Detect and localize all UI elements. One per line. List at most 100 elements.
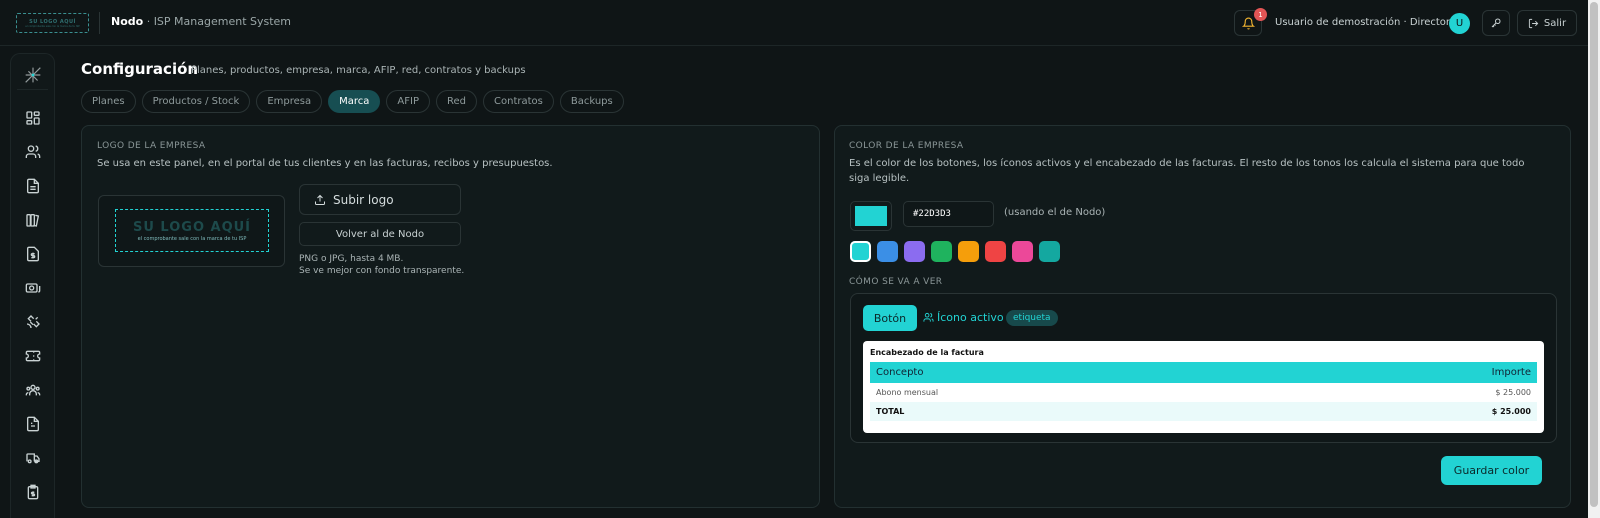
invoice-preview: Encabezado de la factura Concepto Import… <box>863 341 1544 433</box>
save-color-button[interactable]: Guardar color <box>1441 456 1542 485</box>
tab-backups[interactable]: Backups <box>559 90 624 113</box>
bell-icon <box>1241 17 1255 29</box>
brand-name: Nodo <box>111 15 144 28</box>
change-password-button[interactable] <box>1482 10 1510 36</box>
top-bar: SU LOGO AQUÍ el comprobante sale con la … <box>0 0 1588 46</box>
logout-icon <box>1528 18 1539 28</box>
invoice-total-row: TOTAL $ 25.000 <box>870 402 1537 421</box>
sidebar-item-team[interactable] <box>23 380 43 400</box>
sidebar-item-billing[interactable] <box>23 244 43 264</box>
hex-color-input[interactable]: #22D3D3 <box>903 201 994 227</box>
color-presets <box>850 241 1060 262</box>
brand-suffix: · ISP Management System <box>143 15 292 28</box>
tab-marca[interactable]: Marca <box>328 90 381 113</box>
satellite-icon <box>26 315 40 329</box>
invoice-row: Abono mensual $ 25.000 <box>870 383 1537 402</box>
sidebar <box>10 53 55 518</box>
logo-placeholder-text: SU LOGO AQUÍ <box>132 219 252 235</box>
sidebar-item-logistics[interactable] <box>23 448 43 468</box>
preset-color-cyan[interactable] <box>850 241 871 262</box>
color-panel: COLOR DE LA EMPRESA Es el color de los b… <box>834 125 1571 508</box>
avatar[interactable]: U <box>1449 13 1470 34</box>
invoice-row-amount: $ 25.000 <box>1495 388 1531 397</box>
preset-color-green[interactable] <box>931 241 952 262</box>
key-icon <box>1491 18 1501 28</box>
settings-tabs: Planes Productos / Stock Empresa Marca A… <box>81 90 624 113</box>
logo-preview: SU LOGO AQUÍ el comprobante sale con la … <box>98 195 285 267</box>
preset-color-teal[interactable] <box>1039 241 1060 262</box>
tab-contratos[interactable]: Contratos <box>483 90 554 113</box>
brand-logo-subtext: el comprobante sale con la marca de tu I… <box>25 24 80 28</box>
logo-section-label: LOGO DE LA EMPRESA <box>97 141 206 151</box>
antenna-logo-icon <box>24 66 41 83</box>
upload-icon <box>315 194 325 205</box>
preview-button: Botón <box>863 305 917 331</box>
invoice-total-amount: $ 25.000 <box>1491 407 1531 416</box>
invoice-total-label: TOTAL <box>876 407 905 416</box>
logo-hint: PNG o JPG, hasta 4 MB. Se ve mejor con f… <box>299 253 464 277</box>
clipboard-icon <box>27 484 39 500</box>
preset-color-pink[interactable] <box>1012 241 1033 262</box>
sidebar-item-clients[interactable] <box>23 142 43 162</box>
logo-hint-background: Se ve mejor con fondo transparente. <box>299 266 465 276</box>
notification-badge: 1 <box>1254 8 1267 21</box>
preset-color-red[interactable] <box>985 241 1006 262</box>
preview-section-label: CÓMO SE VA A VER <box>849 277 943 287</box>
preview-tag: etiqueta <box>1006 310 1058 326</box>
sidebar-item-payments[interactable] <box>23 278 43 298</box>
using-default-note: (usando el de Nodo) <box>1004 207 1106 218</box>
sidebar-item-network[interactable] <box>23 312 43 332</box>
upload-logo-button[interactable]: Subir logo <box>299 184 461 215</box>
sidebar-item-tickets[interactable] <box>23 346 43 366</box>
report-icon <box>27 416 39 432</box>
color-picker[interactable] <box>850 201 892 231</box>
users-icon <box>25 145 41 158</box>
logout-button[interactable]: Salir <box>1517 10 1577 36</box>
preview-active-icon: Ícono activo <box>923 311 1004 324</box>
page-subtitle: Planes, productos, empresa, marca, AFIP,… <box>191 65 526 76</box>
preset-color-blue[interactable] <box>877 241 898 262</box>
sidebar-item-library[interactable] <box>23 210 43 230</box>
sidebar-logo[interactable] <box>17 60 48 90</box>
invoice-header-row: Concepto Importe <box>870 362 1537 383</box>
revert-logo-button[interactable]: Volver al de Nodo <box>299 222 461 246</box>
ticket-icon <box>25 350 41 362</box>
current-color-swatch <box>855 206 887 226</box>
logo-hint-format: PNG o JPG, hasta 4 MB. <box>299 254 404 264</box>
logo-description: Se usa en este panel, en el portal de tu… <box>97 158 553 169</box>
page-scrollbar[interactable] <box>1588 0 1600 518</box>
dashboard-icon <box>26 111 40 125</box>
page-title: Configuración <box>81 60 199 78</box>
brand-logo[interactable]: SU LOGO AQUÍ el comprobante sale con la … <box>16 13 89 33</box>
document-icon <box>27 178 39 194</box>
logo-placeholder: SU LOGO AQUÍ el comprobante sale con la … <box>115 209 269 252</box>
color-section-label: COLOR DE LA EMPRESA <box>849 141 964 151</box>
invoice-icon <box>27 246 39 262</box>
invoice-row-concept: Abono mensual <box>876 388 939 397</box>
tab-red[interactable]: Red <box>436 90 477 113</box>
tab-empresa[interactable]: Empresa <box>256 90 323 113</box>
scrollbar-thumb[interactable] <box>1590 2 1598 507</box>
tab-planes[interactable]: Planes <box>81 90 136 113</box>
upload-logo-label: Subir logo <box>333 192 394 207</box>
logo-panel: LOGO DE LA EMPRESA Se usa en este panel,… <box>81 125 820 508</box>
sidebar-item-tasks[interactable] <box>23 482 43 502</box>
books-icon <box>26 214 40 227</box>
team-icon <box>25 384 41 396</box>
truck-icon <box>26 453 40 464</box>
invoice-title: Encabezado de la factura <box>870 348 984 357</box>
sidebar-item-reports[interactable] <box>23 414 43 434</box>
sidebar-item-dashboard[interactable] <box>23 108 43 128</box>
color-preview: Botón Ícono activo etiqueta Encabezado d… <box>850 293 1557 443</box>
sidebar-item-documents[interactable] <box>23 176 43 196</box>
camera-money-icon <box>25 283 41 293</box>
preset-color-orange[interactable] <box>958 241 979 262</box>
logout-label: Salir <box>1543 17 1567 29</box>
tab-productos-stock[interactable]: Productos / Stock <box>141 90 251 113</box>
user-name: Usuario de demostración · Director <box>1275 17 1451 28</box>
tab-afip[interactable]: AFIP <box>386 90 430 113</box>
brand-divider <box>99 12 100 34</box>
preview-active-icon-label: Ícono activo <box>937 311 1004 324</box>
preset-color-purple[interactable] <box>904 241 925 262</box>
color-description: Es el color de los botones, los íconos a… <box>849 158 1525 184</box>
